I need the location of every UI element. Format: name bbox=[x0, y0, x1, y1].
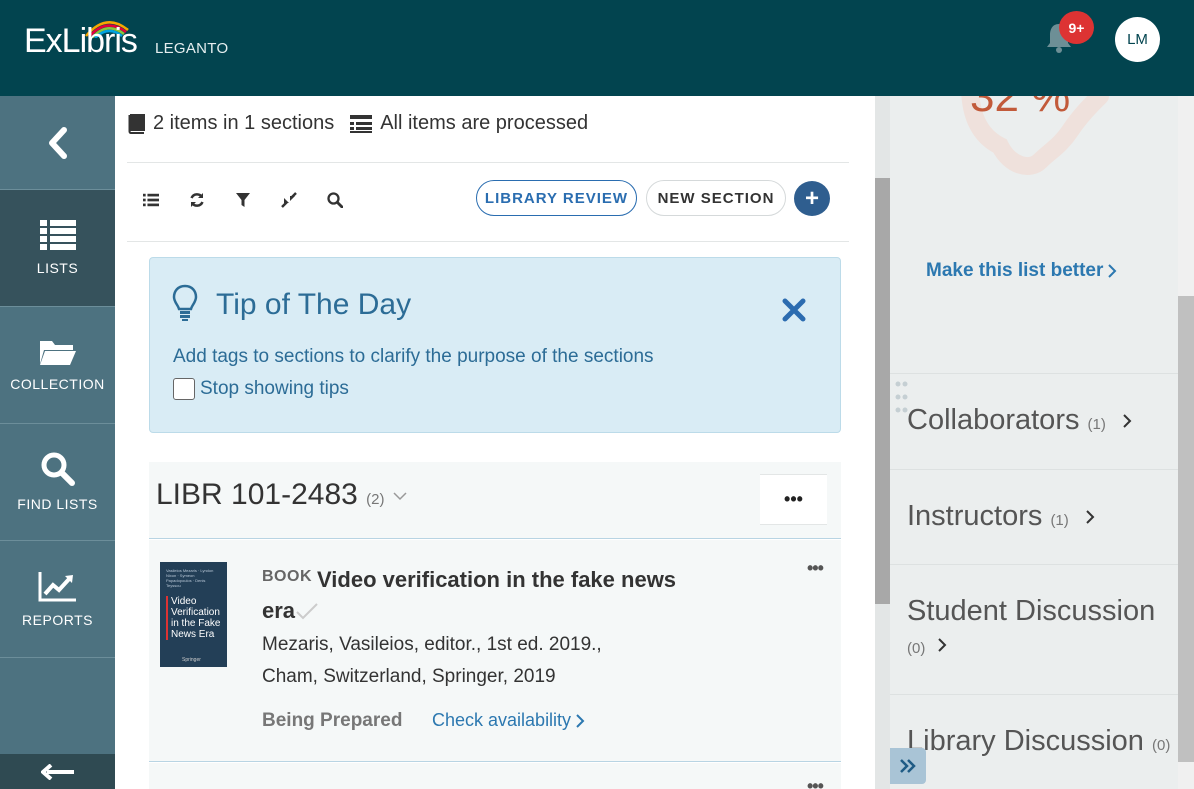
instructors-panel[interactable]: Instructors (1) bbox=[890, 469, 1178, 565]
library-discussion-panel[interactable]: Library Discussion (0) bbox=[890, 694, 1178, 789]
list-view-icon[interactable] bbox=[143, 192, 159, 208]
make-list-better-text: Make this list better bbox=[926, 260, 1104, 281]
citation-author-edition: Mezaris, Vasileios, editor., 1st ed. 201… bbox=[262, 634, 602, 655]
folder-open-icon bbox=[39, 341, 76, 365]
nav-label-collection: COLLECTION bbox=[10, 376, 105, 392]
filter-icon[interactable] bbox=[235, 192, 251, 208]
citation-title[interactable]: Video verification in the fake news bbox=[317, 562, 737, 598]
citation-more-button[interactable]: ••• bbox=[807, 558, 824, 579]
student-discussion-panel[interactable]: Student Discussion (0) bbox=[890, 564, 1178, 695]
citation-card[interactable] bbox=[149, 763, 841, 789]
collaborators-label: Collaborators bbox=[907, 404, 1080, 436]
student-discussion-label: Student Discussion bbox=[907, 595, 1156, 627]
book-cover-image[interactable]: Vasileios Mezaris · Lyndon Nixon · Symeo… bbox=[160, 562, 227, 667]
page-scrollbar-thumb[interactable] bbox=[1178, 296, 1194, 762]
search-icon[interactable] bbox=[327, 192, 343, 208]
collapse-all-icon[interactable] bbox=[281, 192, 297, 208]
items-count-text: 2 items in 1 sections bbox=[153, 112, 335, 134]
make-list-better-link[interactable]: Make this list better bbox=[926, 260, 1117, 282]
logo-text: ExLibris bbox=[24, 22, 138, 60]
section-title-text: LIBR 101-2483 bbox=[156, 478, 358, 511]
lightbulb-icon bbox=[172, 284, 198, 321]
section-more-button[interactable]: ••• bbox=[760, 474, 827, 525]
chevron-right-icon bbox=[1108, 264, 1117, 278]
citation-title-cont[interactable]: era bbox=[262, 598, 319, 624]
divider bbox=[127, 162, 849, 163]
chevron-right-icon bbox=[938, 638, 947, 653]
collaborators-panel[interactable]: Collaborators (1) bbox=[890, 373, 1178, 470]
nav-label-reports: REPORTS bbox=[22, 612, 93, 628]
citation-publication: Cham, Switzerland, Springer, 2019 bbox=[262, 666, 556, 687]
book-icon bbox=[128, 113, 145, 134]
library-discussion-count: (0) bbox=[1151, 737, 1171, 754]
center-scrollbar-thumb[interactable] bbox=[875, 178, 890, 604]
nav-item-collection[interactable]: COLLECTION bbox=[0, 307, 115, 424]
left-navigation: LISTS COLLECTION FIND LISTS REPORTS bbox=[0, 96, 115, 789]
citation-type: BOOK bbox=[262, 568, 312, 585]
list-toolbar bbox=[143, 192, 373, 208]
chevron-right-icon bbox=[1086, 510, 1095, 525]
nav-item-lists[interactable]: LISTS bbox=[0, 190, 115, 307]
citation-title-line2: era bbox=[262, 598, 296, 623]
right-sidebar: 32 % Make this list better Collaborators… bbox=[890, 96, 1178, 789]
close-icon[interactable] bbox=[782, 298, 806, 322]
tip-text: Add tags to sections to clarify the purp… bbox=[173, 346, 654, 367]
product-name: LEGANTO bbox=[154, 40, 229, 57]
top-header: ExLibris LEGANTO 9+ LM bbox=[0, 0, 1194, 96]
double-chevron-right-icon bbox=[900, 759, 916, 773]
divider bbox=[127, 241, 849, 242]
instructors-count: (1) bbox=[1050, 512, 1069, 529]
arrow-left-icon bbox=[40, 763, 74, 780]
cover-title: Video Verification in the Fake News Era bbox=[166, 596, 221, 640]
list-summary: 2 items in 1 sections All items are proc… bbox=[127, 112, 588, 135]
citation-card[interactable]: Vasileios Mezaris · Lyndon Nixon · Symeo… bbox=[149, 540, 841, 762]
chevron-right-icon bbox=[576, 713, 585, 728]
chevron-down-icon[interactable] bbox=[393, 491, 407, 501]
citation-status: Being Prepared bbox=[262, 710, 403, 731]
collapse-back-button[interactable] bbox=[0, 96, 115, 190]
nav-label-find-lists: FIND LISTS bbox=[17, 496, 98, 512]
citation-more-button[interactable]: ••• bbox=[807, 776, 824, 789]
section-title: LIBR 101-2483 (2) bbox=[156, 478, 407, 512]
section-item-count: (2) bbox=[366, 491, 385, 508]
nav-collapse-arrow[interactable] bbox=[0, 754, 115, 789]
new-section-button[interactable]: NEW SECTION bbox=[646, 180, 786, 216]
add-item-button[interactable]: + bbox=[794, 181, 830, 216]
nav-item-reports[interactable]: REPORTS bbox=[0, 541, 115, 658]
collaborators-count: (1) bbox=[1087, 416, 1106, 433]
exlibris-logo[interactable]: ExLibris LEGANTO bbox=[24, 21, 229, 61]
stop-tips-checkbox[interactable] bbox=[173, 378, 195, 400]
stop-tips-label: Stop showing tips bbox=[200, 378, 349, 399]
library-review-button[interactable]: LIBRARY REVIEW bbox=[476, 180, 637, 216]
section-header[interactable]: LIBR 101-2483 (2) ••• bbox=[149, 462, 841, 539]
checkmark-icon bbox=[296, 603, 318, 620]
list-score-graphic: 32 % bbox=[961, 96, 1109, 175]
score-text: 32 % bbox=[970, 96, 1070, 121]
stop-showing-tips[interactable]: Stop showing tips bbox=[173, 378, 349, 400]
processed-list-icon bbox=[350, 114, 373, 133]
library-discussion-label: Library Discussion bbox=[907, 725, 1144, 757]
tip-title: Tip of The Day bbox=[216, 288, 412, 321]
list-icon bbox=[39, 220, 76, 250]
processed-status-text: All items are processed bbox=[380, 112, 589, 134]
drag-handle-icon[interactable] bbox=[895, 380, 909, 414]
chevron-left-icon bbox=[48, 126, 67, 159]
search-icon bbox=[41, 452, 75, 486]
user-avatar[interactable]: LM bbox=[1115, 17, 1160, 62]
tip-of-the-day-panel: Tip of The Day Add tags to sections to c… bbox=[149, 257, 841, 433]
check-availability-text: Check availability bbox=[432, 710, 572, 730]
notification-badge[interactable]: 9+ bbox=[1059, 11, 1094, 44]
refresh-icon[interactable] bbox=[189, 192, 205, 208]
student-discussion-count: (0) bbox=[907, 640, 926, 657]
chevron-right-icon bbox=[1123, 414, 1132, 429]
nav-item-find-lists[interactable]: FIND LISTS bbox=[0, 424, 115, 541]
instructors-label: Instructors bbox=[907, 500, 1043, 532]
check-availability-link[interactable]: Check availability bbox=[432, 710, 585, 731]
reading-list-pane: 2 items in 1 sections All items are proc… bbox=[115, 96, 875, 789]
chart-line-icon bbox=[38, 572, 76, 602]
nav-label-lists: LISTS bbox=[36, 260, 79, 276]
expand-sidebar-button[interactable] bbox=[890, 748, 926, 784]
